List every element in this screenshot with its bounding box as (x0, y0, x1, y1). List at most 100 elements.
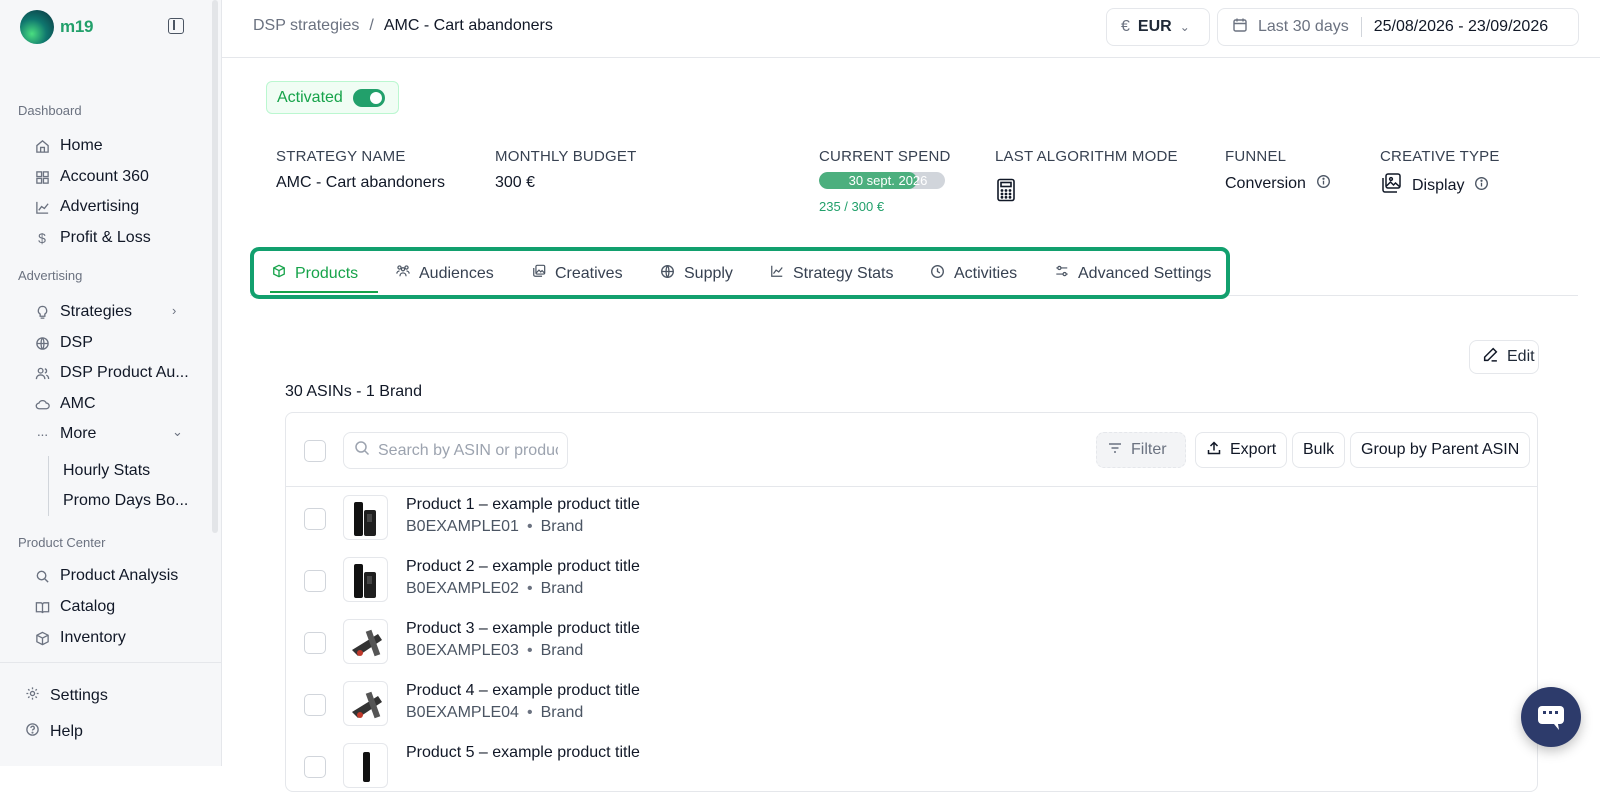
product-title: Product 5 – example product title (406, 744, 640, 761)
sidebar-item-advertising[interactable]: Advertising (34, 195, 194, 219)
chevron-right-icon[interactable]: › (172, 303, 176, 318)
breadcrumb-separator: / (369, 17, 374, 34)
sidebar-item-catalog[interactable]: Catalog (34, 595, 194, 619)
row-checkbox[interactable] (304, 632, 326, 654)
product-meta: B0EXAMPLE02 • Brand (406, 580, 583, 598)
box-icon (272, 264, 286, 283)
table-toolbar: Filter Export Bulk Group by Parent ASIN (286, 413, 1537, 487)
sidebar-item-settings[interactable]: Settings (25, 686, 108, 706)
product-brand: Brand (540, 704, 584, 721)
breadcrumb-parent[interactable]: DSP strategies (253, 17, 359, 35)
date-preset: Last 30 days (1258, 18, 1349, 35)
euro-icon: € (1121, 18, 1130, 35)
chevron-down-icon[interactable]: ⌄ (172, 424, 183, 440)
chat-support-button[interactable] (1521, 687, 1581, 747)
info-icon[interactable] (1474, 176, 1489, 196)
book-icon (34, 599, 50, 615)
users-icon (34, 365, 50, 381)
sidebar-divider (0, 662, 222, 663)
sidebar-section-product-center: Product Center (18, 535, 106, 550)
search-icon (34, 568, 50, 584)
clock-icon (930, 264, 945, 284)
product-brand: Brand (540, 518, 584, 535)
pencil-icon (1482, 346, 1499, 368)
product-title: Product 1 – example product title (406, 496, 640, 513)
tab-audiences[interactable]: Audiences (396, 264, 494, 283)
bulk-button[interactable]: Bulk (1292, 432, 1346, 468)
row-checkbox[interactable] (304, 694, 326, 716)
product-brand: Brand (540, 580, 584, 597)
product-asin: B0EXAMPLE03 (406, 642, 519, 659)
monthly-budget-label: MONTHLY BUDGET (495, 148, 637, 165)
search-input[interactable] (378, 441, 558, 460)
chevron-down-icon: ⌄ (1179, 20, 1190, 34)
group-by-parent-asin-button[interactable]: Group by Parent ASIN (1350, 432, 1531, 468)
sidebar-item-more[interactable]: ··· More (34, 422, 194, 446)
spend-bar-date: 30 sept. 2026 (848, 173, 928, 188)
filter-button[interactable]: Filter (1096, 432, 1186, 468)
product-title: Product 2 – example product title (406, 558, 640, 575)
lightbulb-icon (34, 304, 50, 320)
tab-strategy-stats[interactable]: Strategy Stats (770, 264, 894, 283)
sidebar-item-account-360[interactable]: Account 360 (34, 165, 194, 189)
sidebar-item-dsp-product-audiences[interactable]: DSP Product Au... (34, 361, 194, 385)
export-button[interactable]: Export (1195, 432, 1288, 468)
activation-toggle[interactable] (352, 88, 385, 107)
image-gallery-icon (1380, 172, 1402, 199)
search-field[interactable] (343, 432, 568, 469)
edit-button[interactable]: Edit (1469, 340, 1539, 374)
images-icon (532, 264, 546, 283)
logo-text: m19 (60, 17, 94, 36)
top-bar: DSP strategies / AMC - Cart abandoners €… (222, 0, 1600, 58)
currency-select[interactable]: € EUR ⌄ (1106, 8, 1210, 46)
table-row[interactable]: Product 5 – example product title (286, 735, 1537, 797)
globe-icon (660, 264, 675, 284)
spend-amount: 235 / 300 € (819, 199, 885, 214)
tab-products[interactable]: Products (272, 264, 358, 283)
date-range-picker[interactable]: Last 30 days 25/08/2026 - 23/09/2026 (1217, 8, 1579, 46)
product-brand: Brand (540, 642, 584, 659)
table-row[interactable]: Product 2 – example product title B0EXAM… (286, 549, 1537, 611)
sidebar-item-hourly-stats[interactable]: Hourly Stats (63, 462, 191, 480)
tab-creatives[interactable]: Creatives (532, 264, 623, 283)
filter-icon (1107, 440, 1123, 461)
table-row[interactable]: Product 3 – example product title B0EXAM… (286, 611, 1537, 673)
sidebar-item-strategies[interactable]: Strategies (34, 300, 194, 324)
more-icon: ··· (36, 426, 49, 442)
sidebar-section-advertising: Advertising (18, 268, 83, 283)
product-title: Product 3 – example product title (406, 620, 640, 637)
creative-type-value: Display (1412, 176, 1465, 194)
funnel-value-group: Conversion (1225, 174, 1331, 194)
sidebar-toggle-icon[interactable] (168, 18, 184, 34)
sidebar-scrollbar[interactable] (212, 0, 218, 533)
sidebar-item-amc[interactable]: AMC (34, 392, 194, 416)
breadcrumb-current: AMC - Cart abandoners (383, 17, 553, 34)
info-icon[interactable] (1316, 174, 1331, 194)
sidebar-item-dsp[interactable]: DSP (34, 331, 194, 355)
sidebar-item-help[interactable]: Help (25, 722, 83, 742)
date-separator (1360, 17, 1362, 37)
sidebar-item-product-analysis[interactable]: Product Analysis (34, 564, 194, 588)
box-icon (34, 630, 50, 646)
globe-icon (34, 335, 50, 351)
logo[interactable]: m19 (20, 10, 93, 44)
sidebar-item-home[interactable]: Home (34, 134, 194, 158)
row-checkbox[interactable] (304, 570, 326, 592)
row-checkbox[interactable] (304, 756, 326, 778)
sidebar-item-promo-days[interactable]: Promo Days Bo... (63, 492, 191, 510)
users-icon (396, 264, 410, 283)
cloud-icon (34, 396, 50, 412)
table-row[interactable]: Product 1 – example product title B0EXAM… (286, 487, 1537, 549)
sidebar-item-profit-loss[interactable]: $ Profit & Loss (34, 226, 194, 250)
table-row[interactable]: Product 4 – example product title B0EXAM… (286, 673, 1537, 735)
tab-activities[interactable]: Activities (930, 264, 1017, 284)
creative-type-label: CREATIVE TYPE (1380, 148, 1500, 165)
select-all-checkbox[interactable] (304, 440, 326, 462)
status-badge: Activated (266, 81, 399, 114)
row-checkbox[interactable] (304, 508, 326, 530)
sidebar-item-inventory[interactable]: Inventory (34, 626, 194, 650)
sidebar-section-dashboard: Dashboard (18, 103, 82, 118)
tab-supply[interactable]: Supply (660, 264, 733, 284)
submenu-line (48, 456, 49, 516)
tab-advanced-settings[interactable]: Advanced Settings (1055, 264, 1211, 283)
